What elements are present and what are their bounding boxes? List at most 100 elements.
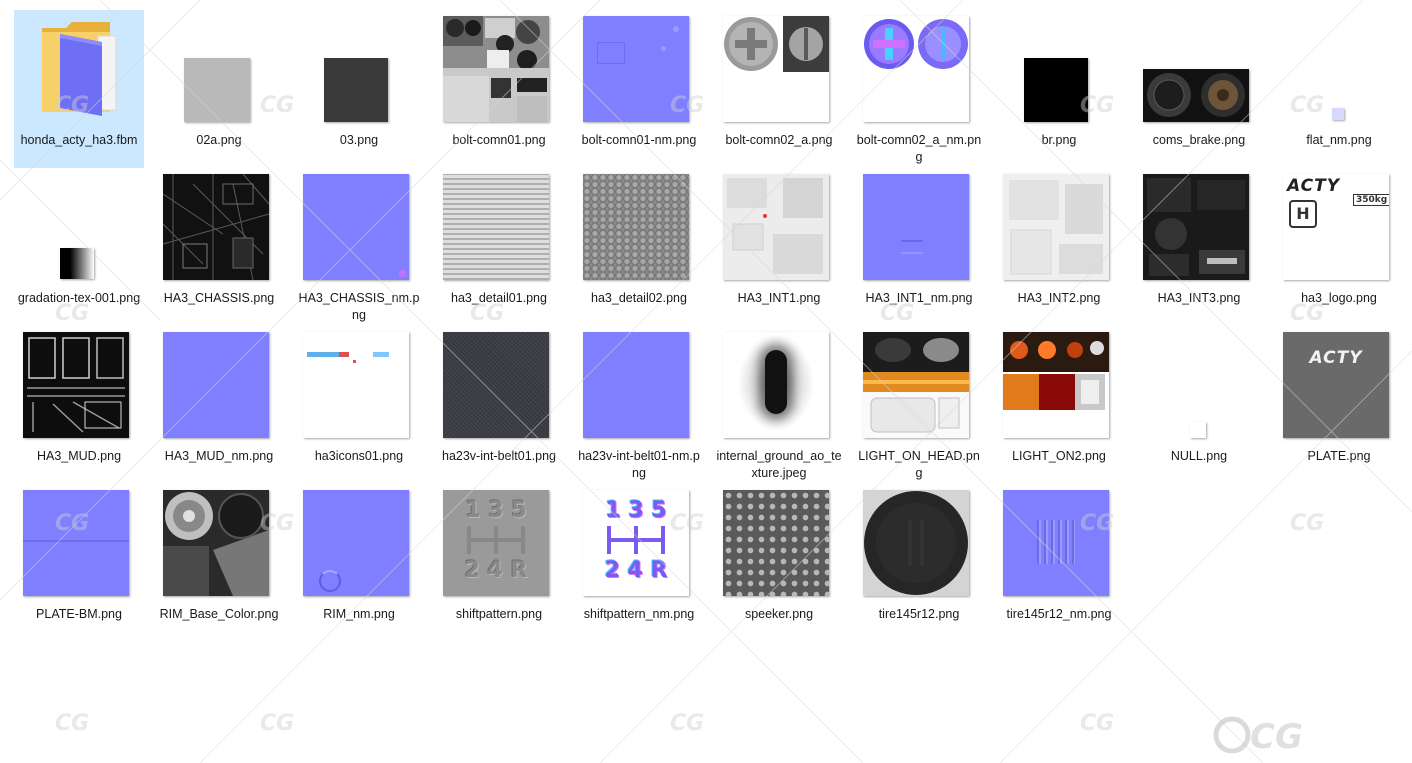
file-name: internal_ground_ao_texture.jpeg bbox=[716, 449, 842, 480]
thumbnail-image bbox=[23, 490, 129, 596]
file-item[interactable]: gradation-tex-001.png bbox=[14, 168, 144, 326]
file-name: HA3_INT1.png bbox=[737, 291, 821, 305]
thumbnail-image bbox=[1003, 490, 1109, 596]
thumbnail-image bbox=[723, 16, 829, 122]
file-item[interactable]: LIGHT_ON2.png bbox=[994, 326, 1124, 484]
thumbnail-image bbox=[23, 332, 129, 438]
thumbnail-image: ACTY H 350kg bbox=[1283, 174, 1389, 280]
file-item[interactable]: HA3_MUD.png bbox=[14, 326, 144, 484]
thumbnail-image bbox=[163, 332, 269, 438]
thumbnail-image bbox=[60, 248, 94, 279]
thumbnail-image bbox=[1024, 58, 1088, 122]
file-item[interactable]: ACTY H 350kg ha3_logo.png bbox=[1274, 168, 1404, 326]
file-item[interactable]: coms_brake.png bbox=[1134, 10, 1264, 168]
thumbnail-image bbox=[583, 16, 689, 122]
file-item[interactable]: ha23v-int-belt01-nm.png bbox=[574, 326, 704, 484]
thumbnail-image bbox=[1003, 174, 1109, 280]
thumbnail-image bbox=[583, 174, 689, 280]
file-item[interactable]: PLATE-BM.png bbox=[14, 484, 144, 642]
file-name: HA3_CHASSIS_nm.png bbox=[298, 291, 420, 322]
file-item[interactable]: RIM_Base_Color.png bbox=[154, 484, 284, 642]
thumbnail-image bbox=[443, 174, 549, 280]
file-item[interactable]: flat_nm.png bbox=[1274, 10, 1404, 168]
thumbnail-image bbox=[163, 174, 269, 280]
thumbnail-image bbox=[723, 332, 829, 438]
file-name: HA3_CHASSIS.png bbox=[163, 291, 275, 305]
file-item[interactable]: HA3_CHASSIS_nm.png bbox=[294, 168, 424, 326]
gear-numbers-bottom: 2 4 R bbox=[604, 558, 668, 583]
file-name: tire145r12.png bbox=[878, 607, 960, 621]
file-item[interactable]: HA3_INT2.png bbox=[994, 168, 1124, 326]
file-item[interactable]: HA3_INT3.png bbox=[1134, 168, 1264, 326]
file-name: ha3_detail01.png bbox=[451, 291, 547, 305]
file-name: ha3_detail02.png bbox=[591, 291, 687, 305]
file-item[interactable]: ha3icons01.png bbox=[294, 326, 424, 484]
file-item[interactable]: bolt-comn02_a_nm.png bbox=[854, 10, 984, 168]
file-name: NULL.png bbox=[1170, 449, 1228, 463]
file-name: tire145r12_nm.png bbox=[1006, 607, 1112, 621]
thumbnail-image: 1 3 5 2 4 R bbox=[443, 490, 549, 596]
file-name: bolt-comn01.png bbox=[452, 133, 546, 147]
file-item[interactable]: HA3_MUD_nm.png bbox=[154, 326, 284, 484]
file-name: ha3_logo.png bbox=[1301, 291, 1377, 305]
thumbnail-image bbox=[303, 490, 409, 596]
file-item[interactable]: ha3_detail01.png bbox=[434, 168, 564, 326]
file-name: HA3_INT2.png bbox=[1017, 291, 1101, 305]
file-name: speeker.png bbox=[744, 607, 814, 621]
file-name: 03.png bbox=[339, 133, 379, 147]
file-item[interactable]: LIGHT_ON_HEAD.png bbox=[854, 326, 984, 484]
thumbnail-image: ACTY bbox=[1283, 332, 1389, 438]
thumbnail-image bbox=[1332, 108, 1344, 120]
file-name: LIGHT_ON_HEAD.png bbox=[858, 449, 980, 480]
logo-text: ACTY bbox=[1287, 176, 1341, 196]
thumbnail-image bbox=[443, 332, 549, 438]
file-item[interactable]: internal_ground_ao_texture.jpeg bbox=[714, 326, 844, 484]
file-name: HA3_INT1_nm.png bbox=[865, 291, 973, 305]
file-item[interactable]: HA3_INT1_nm.png bbox=[854, 168, 984, 326]
file-name: honda_acty_ha3.fbm bbox=[20, 133, 138, 147]
file-item[interactable]: ha23v-int-belt01.png bbox=[434, 326, 564, 484]
gear-numbers-top: 1 3 5 bbox=[465, 498, 527, 523]
file-item[interactable]: NULL.png bbox=[1134, 326, 1264, 484]
file-item[interactable]: HA3_CHASSIS.png bbox=[154, 168, 284, 326]
file-name: HA3_MUD_nm.png bbox=[164, 449, 274, 463]
logo-sub-text: 350kg bbox=[1353, 194, 1389, 206]
svg-text:CG: CG bbox=[1250, 717, 1303, 757]
file-item[interactable]: 02a.png bbox=[154, 10, 284, 168]
folder-icon bbox=[42, 22, 117, 116]
svg-text:CG: CG bbox=[1080, 711, 1114, 736]
thumbnail-image bbox=[1143, 174, 1249, 280]
svg-text:CG: CG bbox=[1290, 511, 1324, 536]
file-name: RIM_Base_Color.png bbox=[159, 607, 279, 621]
thumbnail-image bbox=[723, 490, 829, 596]
thumbnail-image bbox=[863, 490, 969, 596]
file-item[interactable]: 1 3 5 2 4 R shiftpattern.png bbox=[434, 484, 564, 642]
thumbnail-image bbox=[324, 58, 388, 122]
file-item[interactable]: tire145r12.png bbox=[854, 484, 984, 642]
gear-numbers-bottom: 2 4 R bbox=[464, 558, 528, 583]
file-item[interactable]: speeker.png bbox=[714, 484, 844, 642]
file-item[interactable]: 1 3 5 2 4 R shiftpattern_nm.png bbox=[574, 484, 704, 642]
file-item[interactable]: ha3_detail02.png bbox=[574, 168, 704, 326]
file-item[interactable]: br.png bbox=[994, 10, 1124, 168]
file-item[interactable]: bolt-comn01-nm.png bbox=[574, 10, 704, 168]
file-item[interactable]: tire145r12_nm.png bbox=[994, 484, 1124, 642]
honda-logo-icon: H bbox=[1289, 200, 1317, 228]
file-item[interactable]: 03.png bbox=[294, 10, 424, 168]
thumbnail-image bbox=[1190, 422, 1206, 438]
file-item[interactable]: HA3_INT1.png bbox=[714, 168, 844, 326]
thumbnail-image bbox=[163, 490, 269, 596]
file-name: ha23v-int-belt01-nm.png bbox=[578, 449, 700, 480]
file-name: shiftpattern_nm.png bbox=[583, 607, 695, 621]
file-name: flat_nm.png bbox=[1306, 133, 1372, 147]
thumbnail-image bbox=[1143, 69, 1249, 122]
file-item[interactable]: bolt-comn01.png bbox=[434, 10, 564, 168]
file-item[interactable]: RIM_nm.png bbox=[294, 484, 424, 642]
file-name: gradation-tex-001.png bbox=[17, 291, 141, 305]
file-name: coms_brake.png bbox=[1152, 133, 1246, 147]
file-item[interactable]: bolt-comn02_a.png bbox=[714, 10, 844, 168]
file-item[interactable]: ACTY PLATE.png bbox=[1274, 326, 1404, 484]
folder-item[interactable]: honda_acty_ha3.fbm bbox=[14, 10, 144, 168]
thumbnail-image bbox=[863, 16, 969, 122]
file-name: PLATE.png bbox=[1307, 449, 1371, 463]
